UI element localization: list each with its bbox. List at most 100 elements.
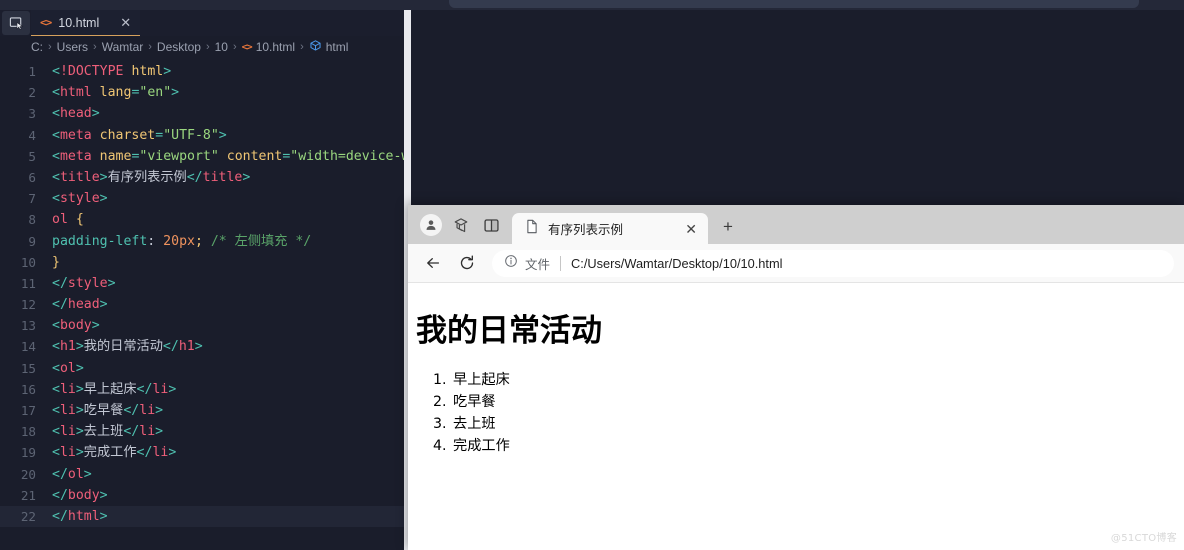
html-file-icon: <> (241, 41, 253, 53)
chevron-right-icon: › (300, 41, 304, 53)
editor-tab-10html[interactable]: <> 10.html ✕ (31, 10, 141, 36)
line-number: 1 (28, 64, 36, 79)
line-number: 12 (20, 297, 36, 313)
code-token: < (52, 445, 60, 461)
code-token: < (52, 85, 60, 101)
code-line-text: <ol> (52, 358, 84, 379)
code-editor-content[interactable]: 1 <!DOCTYPE html> 2 <html lang="en"> 3 <head>… (0, 58, 411, 528)
code-token: </ (52, 275, 68, 291)
breadcrumb-item-wamtar[interactable]: Wamtar (102, 40, 144, 54)
profile-avatar-icon[interactable] (416, 210, 446, 240)
code-line[interactable]: 6 <title>有序列表示例</title> (0, 167, 411, 188)
html-file-icon: <> (40, 16, 52, 29)
code-token: < (52, 403, 60, 418)
code-line[interactable]: 17 <li>吃早餐</li> (0, 400, 411, 421)
chevron-right-icon: › (93, 41, 97, 53)
code-line[interactable]: 5 <meta name="viewport" content="width=de… (0, 146, 411, 167)
code-line[interactable]: 7 <style> (0, 188, 411, 209)
split-screen-icon[interactable] (476, 210, 506, 240)
breadcrumb-item-desktop[interactable]: Desktop (157, 40, 201, 54)
code-token: < (52, 360, 60, 376)
code-line[interactable]: 9 padding-left: 20px; /* 左侧填充 */ (0, 231, 411, 252)
code-line[interactable]: 8 ol { (0, 209, 411, 230)
line-number: 9 (28, 233, 36, 249)
code-line[interactable]: 10} (0, 252, 411, 273)
code-line[interactable]: 14 <h1>我的日常活动</h1> (0, 336, 411, 357)
code-line-text: <html lang="en"> (52, 82, 179, 103)
code-token: > (99, 297, 108, 313)
code-token: "viewport" (139, 148, 219, 164)
info-circle-icon[interactable] (504, 254, 518, 273)
code-token: li (152, 381, 169, 397)
code-token: > (83, 466, 92, 482)
breadcrumb-item-file[interactable]: 10.html (256, 40, 295, 54)
code-line[interactable]: 15 <ol> (0, 358, 411, 379)
code-token: li (139, 403, 156, 418)
code-line-text: <head> (52, 103, 100, 124)
code-line-text: <style> (52, 188, 108, 209)
close-icon[interactable]: ✕ (680, 222, 702, 236)
code-token: li (59, 403, 76, 418)
code-line[interactable]: 22 </html> (0, 505, 411, 528)
code-line[interactable]: 3 <head> (0, 103, 411, 124)
code-line[interactable]: 4 <meta charset="UTF-8"> (0, 125, 411, 146)
reload-button[interactable] (452, 248, 482, 278)
screen-capture-icon[interactable] (2, 11, 30, 35)
line-number: 22 (20, 508, 36, 524)
page-document-icon (525, 219, 539, 239)
code-token: > (155, 424, 164, 440)
code-line[interactable]: 1 <!DOCTYPE html> (0, 61, 411, 82)
code-line[interactable]: 2 <html lang="en"> (0, 82, 411, 103)
code-token: head (67, 297, 100, 313)
address-bar[interactable]: 文件 C:/Users/Wamtar/Desktop/10/10.html (492, 249, 1174, 277)
code-token: padding-left (52, 233, 148, 249)
code-token: ol (59, 360, 76, 376)
partial-window-edge (449, 0, 1139, 8)
code-line[interactable]: 11 </style> (0, 273, 411, 294)
code-line[interactable]: 20 </ol> (0, 464, 411, 485)
close-icon[interactable]: ✕ (120, 16, 131, 29)
code-token: content (226, 148, 283, 164)
new-tab-button[interactable]: + (713, 212, 743, 242)
code-line[interactable]: 19 <li>完成工作</li> (0, 442, 411, 463)
breadcrumb-item-10[interactable]: 10 (215, 40, 228, 54)
code-line[interactable]: 18 <li>去上班</li> (0, 421, 411, 442)
breadcrumb-item-drive[interactable]: C: (31, 40, 43, 54)
code-token: < (52, 339, 60, 355)
chevron-right-icon: › (232, 41, 237, 53)
code-token: > (75, 360, 84, 376)
code-line-text: <body> (52, 315, 100, 336)
back-button[interactable] (418, 248, 448, 278)
code-line-text: <title>有序列表示例</title> (52, 167, 250, 188)
code-token: li (139, 424, 156, 440)
vscode-editor-window: <> 10.html ✕ C: › Users › Wamtar › Deskt… (0, 10, 411, 550)
url-text[interactable]: C:/Users/Wamtar/Desktop/10/10.html (571, 256, 782, 271)
code-token: < (52, 169, 60, 185)
line-number: 13 (20, 318, 36, 334)
breadcrumb-item-users[interactable]: Users (57, 40, 88, 54)
code-line[interactable]: 21 </body> (0, 485, 411, 506)
code-token: meta (59, 127, 92, 143)
line-number: 4 (28, 127, 36, 143)
browser-tab-active[interactable]: 有序列表示例 ✕ (512, 213, 708, 244)
code-token: 吃早餐 (83, 403, 124, 418)
code-token: < (52, 318, 60, 334)
code-token: < (52, 106, 60, 122)
code-line[interactable]: 16 <li>早上起床</li> (0, 379, 411, 400)
code-token: > (91, 106, 100, 122)
code-token: lang (99, 85, 132, 101)
browser-tab-strip: 有序列表示例 ✕ + (408, 205, 1184, 244)
code-token: > (171, 85, 180, 101)
code-token: 有序列表示例 (107, 169, 187, 185)
omnibox-divider (560, 255, 562, 271)
workspaces-icon[interactable] (446, 210, 476, 240)
code-line[interactable]: 13 <body> (0, 315, 411, 336)
code-line[interactable]: 12 </head> (0, 294, 411, 315)
code-token: 早上起床 (83, 381, 137, 397)
breadcrumb: C: › Users › Wamtar › Desktop › 10 › <> … (0, 36, 411, 58)
code-token: </ (136, 445, 153, 461)
breadcrumb-item-symbol[interactable]: html (326, 40, 349, 54)
